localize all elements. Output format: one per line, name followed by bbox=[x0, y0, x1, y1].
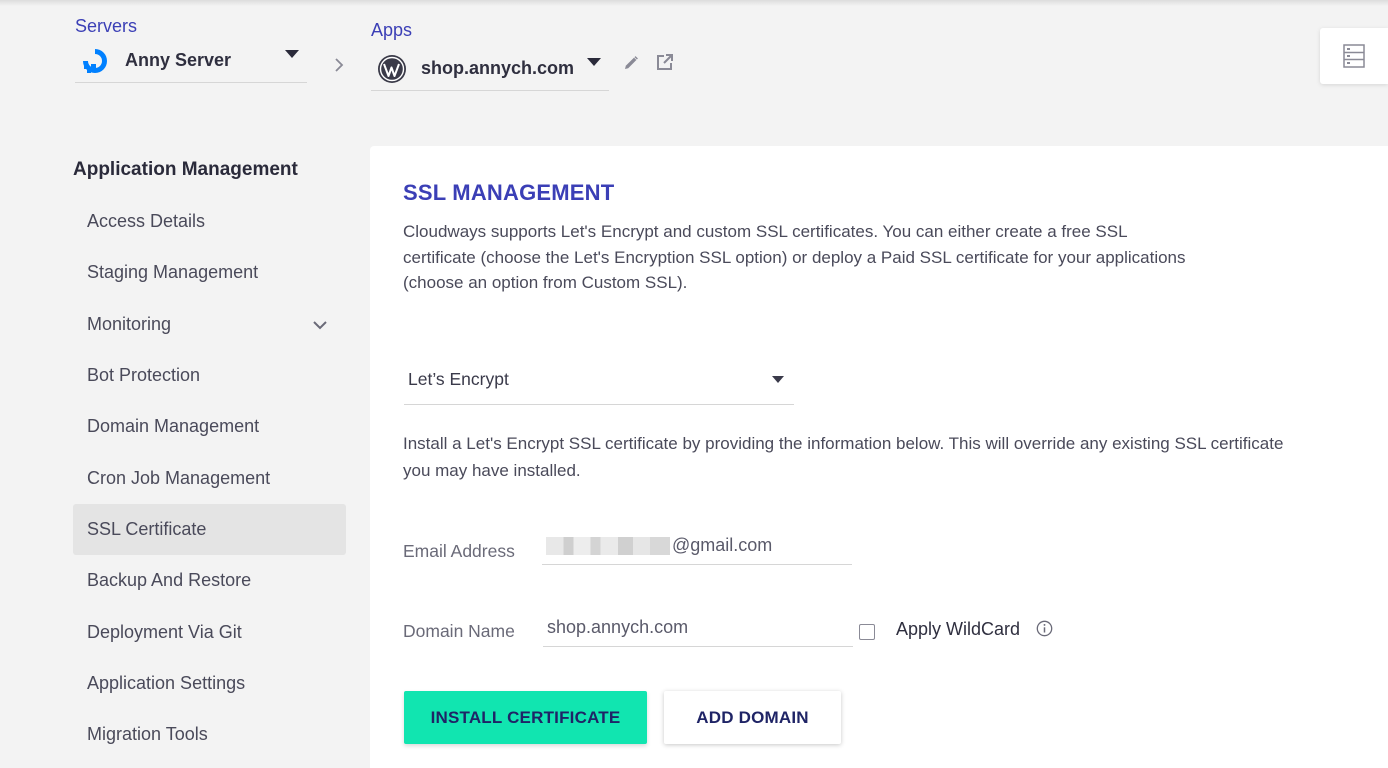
wildcard-checkbox[interactable] bbox=[859, 624, 875, 640]
app-selector: Apps shop.annych.com bbox=[371, 20, 609, 91]
sidebar-item-access-details[interactable]: Access Details bbox=[73, 196, 346, 247]
chevron-right-icon bbox=[335, 58, 344, 72]
page-title: SSL MANAGEMENT bbox=[403, 180, 615, 205]
pencil-icon[interactable] bbox=[622, 54, 640, 72]
install-certificate-button[interactable]: INSTALL CERTIFICATE bbox=[404, 691, 647, 744]
server-selector: Servers Anny Server bbox=[75, 16, 307, 83]
sidebar-nav: Access Details Staging Management Monito… bbox=[73, 196, 346, 760]
sidebar-item-deployment-via-git[interactable]: Deployment Via Git bbox=[73, 606, 346, 657]
ssl-description: Cloudways supports Let's Encrypt and cus… bbox=[403, 222, 1186, 292]
top-shadow bbox=[0, 0, 1388, 6]
sidebar-item-application-settings[interactable]: Application Settings bbox=[73, 658, 346, 709]
caret-down-icon[interactable] bbox=[285, 49, 299, 58]
install-description: Install a Let's Encrypt SSL certificate … bbox=[403, 434, 1284, 480]
sidebar-item-domain-management[interactable]: Domain Management bbox=[73, 401, 346, 452]
app-name: shop.annych.com bbox=[421, 58, 575, 78]
wordpress-logo-icon bbox=[378, 54, 406, 83]
server-name: Anny Server bbox=[125, 50, 232, 70]
email-field[interactable]: @gmail.com bbox=[542, 527, 852, 565]
server-list-icon bbox=[1343, 44, 1365, 68]
sidebar-item-label: Monitoring bbox=[87, 313, 172, 334]
apps-label[interactable]: Apps bbox=[371, 20, 609, 41]
sidebar-item-ssl-certificate[interactable]: SSL Certificate bbox=[73, 503, 346, 556]
domain-label: Domain Name bbox=[403, 621, 515, 641]
sidebar-item-staging-management[interactable]: Staging Management bbox=[73, 247, 346, 298]
domain-value: shop.annych.com bbox=[547, 617, 689, 637]
email-redaction bbox=[546, 536, 670, 555]
chevron-down-icon[interactable] bbox=[312, 319, 328, 331]
sidebar-item-monitoring[interactable]: Monitoring bbox=[73, 299, 346, 350]
external-link-icon[interactable] bbox=[655, 52, 675, 72]
server-dropdown[interactable]: Anny Server bbox=[75, 45, 307, 83]
servers-label[interactable]: Servers bbox=[75, 16, 307, 37]
server-list-button[interactable] bbox=[1320, 28, 1388, 84]
sidebar-item-backup-and-restore[interactable]: Backup And Restore bbox=[73, 555, 346, 606]
ssl-management-panel: SSL MANAGEMENT Cloudways supports Let's … bbox=[370, 146, 1388, 768]
ssl-provider-select[interactable]: Let’s Encrypt bbox=[404, 354, 794, 405]
sidebar-item-migration-tools[interactable]: Migration Tools bbox=[73, 709, 346, 760]
domain-field[interactable]: shop.annych.com bbox=[543, 609, 853, 647]
digitalocean-logo-icon bbox=[83, 48, 107, 73]
wildcard-label[interactable]: Apply WildCard bbox=[896, 619, 1020, 640]
sidebar-item-bot-protection[interactable]: Bot Protection bbox=[73, 350, 346, 401]
ssl-provider-value: Let’s Encrypt bbox=[408, 368, 509, 389]
caret-down-icon[interactable] bbox=[587, 57, 601, 66]
email-value: @gmail.com bbox=[672, 535, 773, 555]
sidebar-title: Application Management bbox=[73, 159, 298, 180]
info-icon[interactable] bbox=[1036, 620, 1053, 637]
app-dropdown[interactable]: shop.annych.com bbox=[371, 51, 609, 91]
sidebar-item-cron-job-management[interactable]: Cron Job Management bbox=[73, 452, 346, 503]
add-domain-button[interactable]: ADD DOMAIN bbox=[664, 691, 841, 744]
caret-down-icon bbox=[772, 375, 784, 383]
email-label: Email Address bbox=[403, 541, 515, 561]
